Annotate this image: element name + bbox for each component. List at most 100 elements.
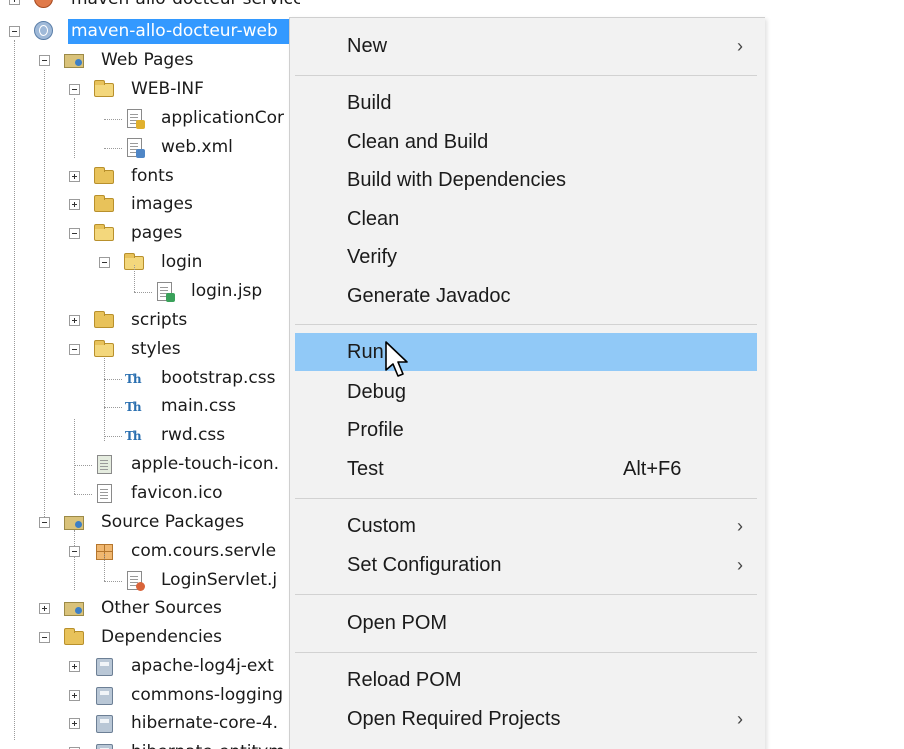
ide-screen: maven-allo-docteur-service maven-allo-do… <box>0 0 904 749</box>
tree-row[interactable]: Th bootstrap.css <box>0 364 300 393</box>
tree-row[interactable]: maven-allo-docteur-service <box>0 0 300 14</box>
tree-row[interactable]: scripts <box>0 306 300 335</box>
tree-row[interactable]: com.cours.servle <box>0 537 300 566</box>
tree-row[interactable]: apache-log4j-ext <box>0 652 300 681</box>
collapse-toggle[interactable] <box>69 344 80 355</box>
tree-row[interactable]: WEB-INF <box>0 75 300 104</box>
tree-guide-line <box>134 292 152 293</box>
tree-row[interactable]: login <box>0 248 300 277</box>
menu-item-new[interactable]: New › <box>295 27 757 65</box>
tree-row[interactable]: Source Packages <box>0 508 300 537</box>
folder-icon <box>94 311 114 328</box>
tree-row[interactable]: hibernate-core-4. <box>0 709 300 738</box>
menu-item-generate-javadoc[interactable]: Generate Javadoc <box>295 277 757 315</box>
config-file-icon <box>127 109 145 129</box>
menu-item-reload-pom[interactable]: Reload POM <box>295 661 757 699</box>
menu-separator <box>295 652 757 653</box>
menu-item-clean[interactable]: Clean <box>295 200 757 238</box>
tree-row[interactable]: LoginServlet.j <box>0 554 300 595</box>
expand-toggle[interactable] <box>69 171 80 182</box>
submenu-arrow-icon: › <box>737 36 743 56</box>
tree-row[interactable]: Dependencies <box>0 623 300 652</box>
expand-toggle[interactable] <box>69 661 80 672</box>
tree-guide-line <box>104 581 122 582</box>
tree-row[interactable]: Th main.css <box>0 392 300 421</box>
tree-row[interactable]: apple-touch-icon. <box>0 450 300 479</box>
collapse-toggle[interactable] <box>99 257 110 268</box>
tree-row[interactable]: Other Sources <box>0 594 300 623</box>
tree-guide-line <box>134 265 135 292</box>
tree-node-label: bootstrap.css <box>161 368 276 388</box>
menu-item-build[interactable]: Build <box>295 84 757 122</box>
menu-item-open-required-projects[interactable]: Open Required Projects › <box>295 700 757 738</box>
expand-toggle[interactable] <box>69 199 80 210</box>
collapse-toggle[interactable] <box>9 26 20 37</box>
folder-icon <box>94 224 114 241</box>
menu-item-open-pom[interactable]: Open POM <box>295 604 757 642</box>
tree-row-selected[interactable]: maven-allo-docteur-web <box>0 17 300 46</box>
menu-item-label: Close <box>347 739 398 749</box>
tree-row[interactable]: styles <box>0 335 300 364</box>
tree-row[interactable]: commons-logging <box>0 681 300 710</box>
jsp-file-icon <box>157 282 175 302</box>
tree-guide-line <box>104 436 122 437</box>
menu-item-build-with-dependencies[interactable]: Build with Dependencies <box>295 161 757 199</box>
collapse-toggle[interactable] <box>69 228 80 239</box>
menu-item-clean-and-build[interactable]: Clean and Build <box>295 123 757 161</box>
menu-item-label: Test <box>347 458 384 480</box>
menu-item-test[interactable]: Test Alt+F6 <box>295 450 757 488</box>
tree-guide-line <box>74 419 75 494</box>
collapse-toggle[interactable] <box>39 632 50 643</box>
jar-icon <box>96 687 113 705</box>
expand-toggle[interactable] <box>39 603 50 614</box>
tree-row[interactable]: Th rwd.css <box>0 421 300 450</box>
tree-node-label: applicationCor <box>161 108 285 128</box>
expand-toggle[interactable] <box>69 718 80 729</box>
tree-node-label: rwd.css <box>161 425 226 445</box>
menu-item-custom[interactable]: Custom › <box>295 507 757 545</box>
submenu-arrow-icon: › <box>737 516 743 536</box>
tree-row[interactable]: favicon.ico <box>0 419 300 508</box>
menu-item-run[interactable]: Run <box>295 333 757 371</box>
context-menu[interactable]: New › Build Clean and Build Build with D… <box>289 17 765 749</box>
other-sources-icon <box>64 602 84 616</box>
xml-file-icon <box>127 138 145 158</box>
menu-item-label: Set Configuration <box>347 554 502 576</box>
collapse-toggle[interactable] <box>69 546 80 557</box>
tree-row[interactable]: login.jsp <box>0 265 300 306</box>
menu-item-set-configuration[interactable]: Set Configuration › <box>295 546 757 584</box>
tree-node-label: main.css <box>161 396 236 416</box>
menu-item-profile[interactable]: Profile <box>295 411 757 449</box>
tree-row[interactable]: hibernate-entitym <box>0 738 300 749</box>
menu-item-verify[interactable]: Verify <box>295 238 757 276</box>
folder-icon <box>94 195 114 212</box>
collapse-toggle[interactable] <box>69 84 80 95</box>
menu-item-label: Run <box>347 341 384 363</box>
submenu-arrow-icon: › <box>737 709 743 729</box>
css-file-icon: Th <box>125 429 142 443</box>
tree-row[interactable]: applicationCor <box>0 104 300 133</box>
expand-toggle[interactable] <box>69 315 80 326</box>
tree-node-label: login <box>161 252 203 272</box>
folder-icon <box>94 80 114 97</box>
tree-node-label: commons-logging <box>131 685 284 705</box>
collapse-toggle[interactable] <box>39 55 50 66</box>
menu-item-close[interactable]: Close <box>295 739 757 749</box>
tree-node-label: scripts <box>131 310 188 330</box>
tree-row[interactable]: images <box>0 190 300 219</box>
tree-node-label: favicon.ico <box>131 483 223 503</box>
expand-toggle[interactable] <box>9 0 20 5</box>
tree-node-label: images <box>131 194 193 214</box>
expand-toggle[interactable] <box>69 690 80 701</box>
tree-row[interactable]: web.xml <box>0 133 300 162</box>
tree-row[interactable]: pages <box>0 219 300 248</box>
tree-row[interactable]: Web Pages <box>0 46 300 75</box>
tree-row[interactable]: fonts <box>0 162 300 191</box>
collapse-toggle[interactable] <box>39 517 50 528</box>
tree-node-label: apple-touch-icon. <box>131 454 280 474</box>
tree-node-label: hibernate-entitym <box>131 738 285 749</box>
project-tree[interactable]: maven-allo-docteur-service maven-allo-do… <box>0 0 300 749</box>
menu-item-debug[interactable]: Debug <box>295 373 757 411</box>
tree-node-label: LoginServlet.j <box>161 570 278 590</box>
tree-node-label: maven-allo-docteur-service <box>71 0 300 14</box>
